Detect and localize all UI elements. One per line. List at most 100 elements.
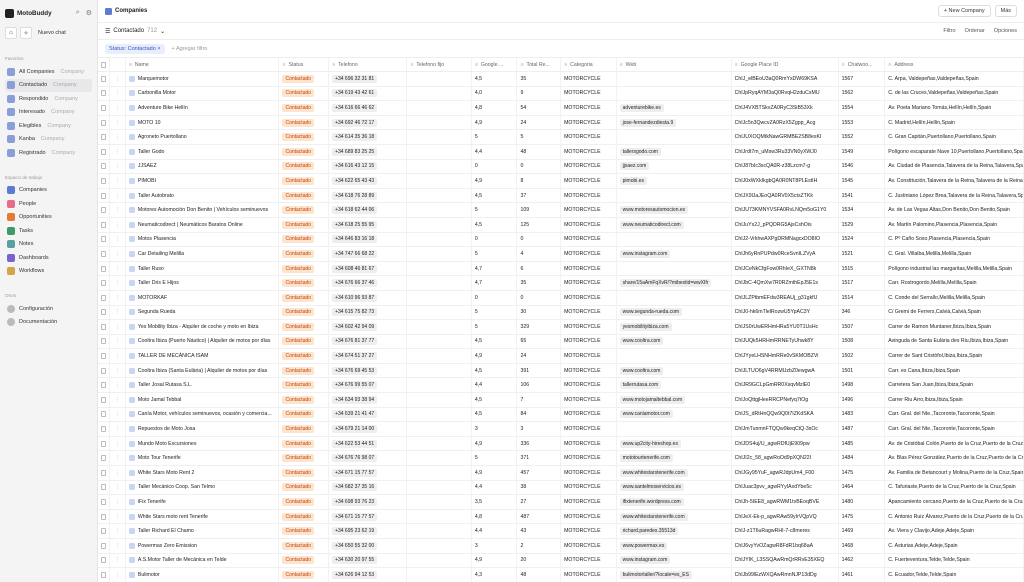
phone-pill[interactable]: +34 615 75 82 73 bbox=[332, 308, 378, 317]
row-checkbox-cell[interactable] bbox=[98, 217, 110, 232]
status-badge[interactable]: Contactado bbox=[282, 322, 315, 331]
new-company-button[interactable]: + New Company bbox=[937, 5, 991, 17]
cell-name[interactable]: Taller Richard El Chamo bbox=[126, 524, 280, 538]
web-link[interactable]: www.instagram.com bbox=[619, 249, 671, 258]
cell-name[interactable]: Canía Motor, vehículos seminuevos, ocasi… bbox=[126, 407, 280, 422]
row-drag-handle[interactable]: ⋮ bbox=[110, 276, 126, 290]
phone-pill[interactable]: +34 608 46 81 67 bbox=[332, 264, 378, 273]
company-name[interactable]: Taller Ruso bbox=[138, 266, 164, 272]
cell-web[interactable]: www.cooltra.com bbox=[617, 334, 732, 349]
cell-status[interactable]: Contactado bbox=[279, 174, 330, 188]
web-link[interactable]: tallersgodo.com bbox=[619, 147, 661, 156]
status-badge[interactable]: Contactado bbox=[282, 366, 315, 375]
row-checkbox-cell[interactable] bbox=[98, 174, 110, 188]
status-badge[interactable]: Contactado bbox=[282, 527, 315, 536]
row-checkbox[interactable] bbox=[101, 469, 106, 476]
web-link[interactable]: www.cooltra.com bbox=[619, 337, 664, 346]
sidebar-favorite-item[interactable]: Contactado Company bbox=[5, 78, 92, 92]
table-row[interactable]: ⋮ Taller Richard El Chamo Contactado +34 69… bbox=[98, 524, 1024, 539]
web-link[interactable]: adventurebike.es bbox=[619, 103, 664, 112]
row-drag-handle[interactable]: ⋮ bbox=[110, 466, 126, 480]
row-checkbox-cell[interactable] bbox=[98, 188, 110, 203]
cell-name[interactable]: Taller Autobrato bbox=[126, 188, 280, 203]
row-checkbox-cell[interactable] bbox=[98, 159, 110, 174]
row-checkbox[interactable] bbox=[101, 207, 106, 214]
company-name[interactable]: White Stars Moto Rent 2 bbox=[138, 470, 195, 476]
row-checkbox-cell[interactable] bbox=[98, 290, 110, 305]
status-badge[interactable]: Contactado bbox=[282, 279, 315, 288]
table-row[interactable]: ⋮ Powermax Zero Emission Contactado +34 650… bbox=[98, 539, 1024, 554]
filter-chip[interactable]: Status: Contactado × bbox=[105, 43, 165, 54]
company-name[interactable]: Taller Dris E Hijos bbox=[138, 280, 179, 286]
row-checkbox[interactable] bbox=[101, 367, 106, 374]
cell-status[interactable]: Contactado bbox=[279, 553, 330, 568]
company-name[interactable]: MOTORKAF bbox=[138, 295, 167, 301]
cell-web[interactable]: www.powermax.es bbox=[617, 539, 732, 553]
row-checkbox[interactable] bbox=[101, 499, 106, 506]
sidebar-item-notes[interactable]: Notes bbox=[5, 238, 92, 252]
phone-pill[interactable]: +34 689 83 25 25 bbox=[332, 147, 378, 156]
row-checkbox[interactable] bbox=[101, 134, 106, 141]
row-checkbox-cell[interactable] bbox=[98, 320, 110, 334]
row-drag-handle[interactable]: ⋮ bbox=[110, 436, 126, 451]
row-drag-handle[interactable]: ⋮ bbox=[110, 349, 126, 363]
row-checkbox[interactable] bbox=[101, 309, 106, 316]
column-header[interactable]: ≡ Telefono fijo bbox=[407, 58, 472, 71]
cell-status[interactable]: Contactado bbox=[279, 203, 330, 217]
table-row[interactable]: ⋮ Repuestos de Moto Josa Contactado +34 679… bbox=[98, 422, 1024, 437]
cell-name[interactable]: Agroneto Puertollano bbox=[126, 130, 280, 144]
cell-status[interactable]: Contactado bbox=[279, 480, 330, 495]
web-link[interactable]: www.caniamotor.com bbox=[619, 410, 673, 419]
cell-status[interactable]: Contactado bbox=[279, 436, 330, 451]
company-name[interactable]: Neumaticodirect | Neumáticos Baratos Onl… bbox=[138, 222, 243, 228]
sidebar-item-dashboards[interactable]: Dashboards bbox=[5, 251, 92, 265]
web-link[interactable]: tallerrutasa.com bbox=[619, 381, 662, 390]
cell-name[interactable]: Mundo Moto Excursiones bbox=[126, 436, 280, 451]
cell-status[interactable]: Contactado bbox=[279, 276, 330, 290]
phone-pill[interactable]: +34 747 66 68 22 bbox=[332, 249, 378, 258]
status-badge[interactable]: Contactado bbox=[282, 147, 315, 156]
cell-status[interactable]: Contactado bbox=[279, 86, 330, 101]
row-checkbox[interactable] bbox=[101, 411, 106, 418]
row-drag-handle[interactable]: ⋮ bbox=[110, 144, 126, 159]
row-checkbox[interactable] bbox=[101, 90, 106, 97]
cell-web[interactable]: www.motoresautomocion.es bbox=[617, 203, 732, 217]
cell-status[interactable]: Contactado bbox=[279, 393, 330, 407]
cell-status[interactable]: Contactado bbox=[279, 144, 330, 159]
row-checkbox-cell[interactable] bbox=[98, 334, 110, 349]
cell-web[interactable]: www.whitestarstenerife.com bbox=[617, 466, 732, 480]
status-badge[interactable]: Contactado bbox=[282, 425, 315, 434]
table-row[interactable]: ⋮ Motores Automoción Don Benito | Vehícul… bbox=[98, 203, 1024, 218]
row-checkbox[interactable] bbox=[101, 338, 106, 345]
table-row[interactable]: ⋮ Carbonilla Motor Contactado +34 619 43 42… bbox=[98, 86, 1024, 102]
cell-status[interactable]: Contactado bbox=[279, 407, 330, 422]
company-name[interactable]: Moto Tour Tenerife bbox=[138, 455, 181, 461]
company-name[interactable]: Taller Josal Rutasa S.L. bbox=[138, 382, 193, 388]
cell-name[interactable]: Adventure Bike Hellín bbox=[126, 101, 280, 115]
cell-web[interactable]: ifixtenerife.wordpress.com bbox=[617, 495, 732, 509]
row-drag-handle[interactable]: ⋮ bbox=[110, 363, 126, 378]
row-drag-handle[interactable]: ⋮ bbox=[110, 422, 126, 436]
row-drag-handle[interactable]: ⋮ bbox=[110, 72, 126, 86]
status-badge[interactable]: Contactado bbox=[282, 454, 315, 463]
phone-pill[interactable]: +34 618 76 28 89 bbox=[332, 191, 378, 200]
cell-name[interactable]: Taller Ruso bbox=[126, 261, 280, 276]
phone-pill[interactable]: +34 676 99 55 07 bbox=[332, 381, 378, 390]
phone-pill[interactable]: +34 622 53 44 51 bbox=[332, 439, 378, 448]
table-row[interactable]: ⋮ White Stars moto rent Tenerife Contactad… bbox=[98, 509, 1024, 525]
cell-web[interactable]: tallerrutasa.com bbox=[617, 378, 732, 393]
row-checkbox[interactable] bbox=[101, 104, 106, 111]
phone-pill[interactable]: +34 682 37 35 16 bbox=[332, 483, 378, 492]
table-row[interactable]: ⋮ JJSAEZ Contactado +34 616 43 12 15 0 0 MOTOR… bbox=[98, 159, 1024, 175]
cell-web[interactable] bbox=[617, 422, 732, 436]
status-badge[interactable]: Contactado bbox=[282, 570, 315, 579]
select-all-checkbox[interactable] bbox=[98, 58, 110, 71]
company-name[interactable]: iFix Tenerife bbox=[138, 499, 166, 505]
table-row[interactable]: ⋮ Neumaticodirect | Neumáticos Baratos On… bbox=[98, 217, 1024, 233]
status-badge[interactable]: Contactado bbox=[282, 74, 315, 83]
sidebar-favorite-item[interactable]: Respondido Company bbox=[5, 92, 92, 106]
company-name[interactable]: A.S.Motor Taller de Mecánica en Telde bbox=[138, 557, 227, 563]
row-checkbox-cell[interactable] bbox=[98, 480, 110, 495]
status-badge[interactable]: Contactado bbox=[282, 483, 315, 492]
status-badge[interactable]: Contactado bbox=[282, 410, 315, 419]
